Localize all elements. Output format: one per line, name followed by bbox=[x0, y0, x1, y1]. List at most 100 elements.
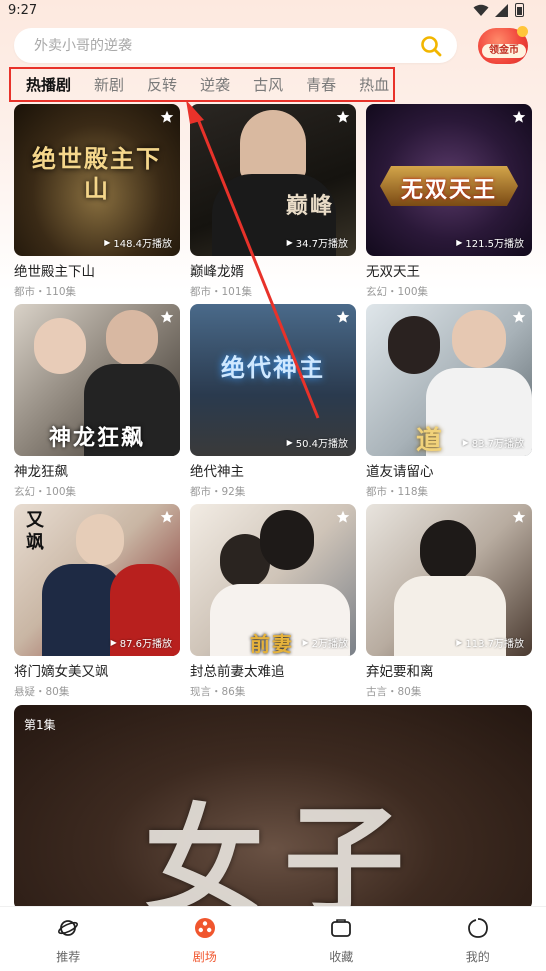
drama-meta: 都市・101集 bbox=[190, 286, 253, 298]
drama-poster[interactable]: 巅峰 ▶ 34.7万播放 bbox=[190, 104, 356, 256]
poster-art-text: 神龙狂飙 bbox=[48, 425, 145, 451]
wifi-icon bbox=[473, 4, 489, 16]
play-icon: ▶ bbox=[104, 238, 111, 247]
play-count: ▶ 148.4万播放 bbox=[104, 235, 172, 250]
film-reel-icon bbox=[194, 918, 215, 938]
play-count: ▶ 50.4万播放 bbox=[287, 435, 348, 450]
star-icon[interactable] bbox=[336, 310, 350, 324]
nav-recommend[interactable]: 推荐 bbox=[0, 907, 137, 971]
search-input[interactable] bbox=[14, 37, 419, 54]
play-count-text: 87.6万播放 bbox=[119, 639, 172, 650]
drama-title[interactable]: 将门嫡女美又飒 bbox=[14, 660, 180, 680]
drama-meta: 古言・80集 bbox=[366, 686, 422, 698]
drama-card[interactable]: ▶ 113.7万播放 弃妃要和离 古言・80集 bbox=[366, 504, 532, 699]
drama-title[interactable]: 神龙狂飙 bbox=[14, 460, 180, 480]
signal-icon bbox=[495, 3, 508, 17]
play-icon: ▶ bbox=[462, 438, 469, 447]
drama-meta: 现言・86集 bbox=[190, 686, 246, 698]
play-icon: ▶ bbox=[302, 638, 309, 647]
search-bar[interactable] bbox=[14, 28, 457, 63]
tab-youth[interactable]: 青春 bbox=[306, 74, 336, 95]
drama-poster[interactable]: 绝世殿主下山 ▶ 148.4万播放 bbox=[14, 104, 180, 256]
drama-meta: 玄幻・100集 bbox=[14, 486, 77, 498]
coin-reward-button[interactable]: 领金币 bbox=[478, 26, 530, 64]
poster-art-text: 又飒 bbox=[26, 510, 46, 553]
star-icon[interactable] bbox=[512, 310, 526, 324]
tab-ancient[interactable]: 古风 bbox=[253, 74, 283, 95]
status-time: 9:27 bbox=[8, 3, 38, 18]
nav-label: 推荐 bbox=[56, 950, 81, 964]
nav-profile[interactable]: 我的 bbox=[410, 907, 546, 971]
star-icon[interactable] bbox=[336, 510, 350, 524]
nav-theater[interactable]: 剧场 bbox=[137, 907, 274, 971]
play-icon: ▶ bbox=[286, 438, 293, 447]
poster-art-text: 前妻 bbox=[250, 632, 294, 656]
poster-figure bbox=[106, 310, 158, 366]
drama-poster[interactable]: 无双天王 ▶ 121.5万播放 bbox=[366, 104, 532, 256]
play-count-text: 148.4万播放 bbox=[113, 239, 172, 250]
drama-title[interactable]: 绝世殿主下山 bbox=[14, 260, 180, 280]
star-icon[interactable] bbox=[160, 510, 174, 524]
drama-poster[interactable]: 前妻 ▶ 2万播放 bbox=[190, 504, 356, 656]
drama-poster[interactable]: 绝代神主 ▶ 50.4万播放 bbox=[190, 304, 356, 456]
star-icon[interactable] bbox=[336, 110, 350, 124]
status-icons bbox=[473, 3, 524, 17]
drama-title[interactable]: 无双天王 bbox=[366, 260, 532, 280]
poster-art-text: 道 bbox=[416, 426, 445, 456]
tab-comeback[interactable]: 逆袭 bbox=[200, 74, 230, 95]
search-icon[interactable] bbox=[419, 34, 443, 58]
coin-label: 领金币 bbox=[482, 44, 526, 58]
category-tabs: 热播剧 新剧 反转 逆袭 古风 青春 热血 bbox=[9, 67, 395, 102]
poster-figure bbox=[388, 316, 440, 374]
star-icon[interactable] bbox=[160, 310, 174, 324]
status-bar: 9:27 bbox=[0, 0, 546, 24]
star-icon[interactable] bbox=[160, 110, 174, 124]
drama-poster[interactable]: ▶ 113.7万播放 bbox=[366, 504, 532, 656]
drama-card[interactable]: 神龙狂飙 神龙狂飙 玄幻・100集 bbox=[14, 304, 180, 499]
drama-title[interactable]: 道友请留心 bbox=[366, 460, 532, 480]
tab-twist[interactable]: 反转 bbox=[147, 74, 177, 95]
drama-meta: 玄幻・100集 bbox=[366, 286, 429, 298]
banner-art-text: 女子 bbox=[144, 792, 424, 910]
drama-title[interactable]: 巅峰龙婿 bbox=[190, 260, 356, 280]
play-icon: ▶ bbox=[110, 638, 117, 647]
drama-title[interactable]: 绝代神主 bbox=[190, 460, 356, 480]
nav-label: 我的 bbox=[465, 950, 490, 964]
drama-card[interactable]: 无双天王 ▶ 121.5万播放 无双天王 玄幻・100集 bbox=[366, 104, 532, 299]
play-count-text: 50.4万播放 bbox=[295, 439, 348, 450]
star-icon[interactable] bbox=[512, 510, 526, 524]
play-icon: ▶ bbox=[456, 238, 463, 247]
drama-card[interactable]: 绝世殿主下山 ▶ 148.4万播放 绝世殿主下山 都市・110集 bbox=[14, 104, 180, 299]
drama-card[interactable]: 道 ▶ 83.7万播放 道友请留心 都市・118集 bbox=[366, 304, 532, 499]
drama-card[interactable]: 前妻 ▶ 2万播放 封总前妻太难追 现言・86集 bbox=[190, 504, 356, 699]
battery-icon bbox=[515, 3, 524, 17]
play-count: ▶ 87.6万播放 bbox=[111, 635, 172, 650]
poster-figure bbox=[76, 514, 124, 566]
drama-poster[interactable]: 道 ▶ 83.7万播放 bbox=[366, 304, 532, 456]
drama-poster[interactable]: 又飒 ▶ 87.6万播放 bbox=[14, 504, 180, 656]
tab-passion[interactable]: 热血 bbox=[359, 74, 389, 95]
poster-figure bbox=[240, 110, 306, 180]
poster-figure bbox=[420, 520, 476, 582]
poster-art-text: 绝代神主 bbox=[221, 353, 325, 382]
poster-art-text: 绝世殿主下山 bbox=[32, 144, 162, 203]
poster-figure bbox=[260, 510, 314, 570]
drama-title[interactable]: 弃妃要和离 bbox=[366, 660, 532, 680]
drama-card[interactable]: 又飒 ▶ 87.6万播放 将门嫡女美又飒 悬疑・80集 bbox=[14, 504, 180, 699]
drama-card[interactable]: 巅峰 ▶ 34.7万播放 巅峰龙婿 都市・101集 bbox=[190, 104, 356, 299]
drama-card[interactable]: 绝代神主 ▶ 50.4万播放 绝代神主 都市・92集 bbox=[190, 304, 356, 499]
star-icon[interactable] bbox=[512, 110, 526, 124]
tab-new[interactable]: 新剧 bbox=[94, 74, 124, 95]
drama-meta: 都市・118集 bbox=[366, 486, 429, 498]
play-icon: ▶ bbox=[286, 238, 293, 247]
play-count: ▶ 113.7万播放 bbox=[456, 635, 524, 650]
drama-title[interactable]: 封总前妻太难追 bbox=[190, 660, 356, 680]
sparkle-icon bbox=[517, 26, 528, 37]
play-count-text: 2万播放 bbox=[311, 639, 348, 650]
featured-video-banner[interactable]: 第1集 女子 bbox=[14, 705, 532, 910]
poster-figure bbox=[34, 318, 86, 374]
nav-label: 剧场 bbox=[192, 950, 217, 964]
tab-hot[interactable]: 热播剧 bbox=[26, 74, 71, 95]
drama-poster[interactable]: 神龙狂飙 bbox=[14, 304, 180, 456]
nav-favorites[interactable]: 收藏 bbox=[273, 907, 410, 971]
